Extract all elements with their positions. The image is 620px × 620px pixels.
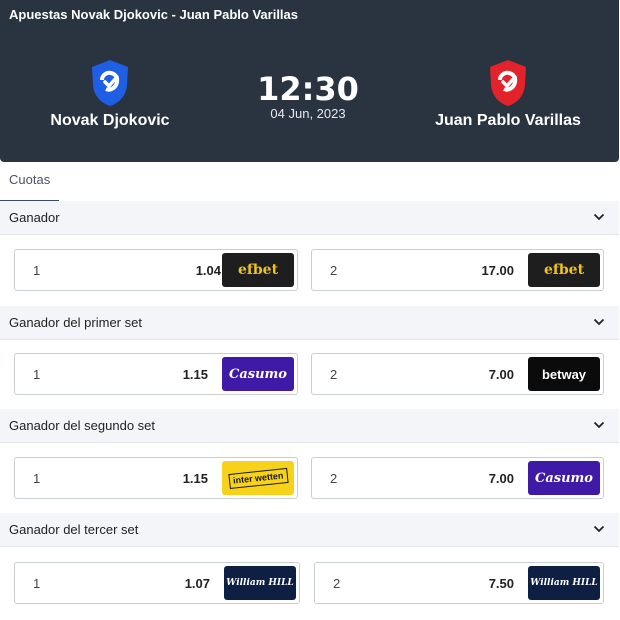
odd-selection: 2 [330,471,338,486]
chevron-down-icon[interactable] [593,316,605,328]
odd-selection: 2 [330,367,338,382]
odd-button[interactable]: 1 1.07 William HILL [14,562,300,604]
odd-value: 1.04 [195,263,221,278]
odd-selection: 2 [330,263,338,278]
odd-value: 1.15 [182,471,208,486]
market-header-segundo-set[interactable]: Ganador del segundo set [0,409,619,443]
odd-button[interactable]: 1 1.04 efbet [14,249,298,291]
shield-check-icon [490,60,526,106]
casumo-logo[interactable]: Casumo [222,357,294,391]
chevron-down-icon[interactable] [593,523,605,535]
odd-value: 17.00 [481,263,514,278]
efbet-logo[interactable]: efbet [528,253,600,287]
home-team-name: Novak Djokovic [50,112,170,129]
market-header-primer-set[interactable]: Ganador del primer set [0,306,619,340]
williamhill-logo[interactable]: William HILL [528,566,600,600]
odd-selection: 1 [33,471,41,486]
odd-button[interactable]: 2 7.00 Casumo [311,457,604,499]
shield-check-icon [92,60,128,106]
odd-button[interactable]: 1 1.15 Casumo [14,353,298,395]
odd-button[interactable]: 2 7.50 William HILL [314,562,604,604]
market-title: Ganador del tercer set [9,522,139,537]
page-title: Apuestas Novak Djokovic - Juan Pablo Var… [9,7,298,22]
tab-bar: Cuotas [0,162,619,202]
odd-value: 7.50 [488,576,514,591]
odd-selection: 2 [333,576,341,591]
williamhill-logo[interactable]: William HILL [224,566,296,600]
market-header-tercer-set[interactable]: Ganador del tercer set [0,513,619,547]
odd-value: 1.15 [182,367,208,382]
away-team-name: Juan Pablo Varillas [435,112,581,129]
odd-selection: 1 [33,576,41,591]
market-title: Ganador del primer set [9,315,142,330]
market-title: Ganador [9,210,60,225]
interwetten-logo[interactable]: inter wetten [222,461,294,495]
odd-button[interactable]: 1 1.15 inter wetten [14,457,298,499]
tab-cuotas[interactable]: Cuotas [0,162,60,202]
betway-logo[interactable]: betway [528,357,600,391]
market-header-ganador[interactable]: Ganador [0,201,619,235]
odd-value: 7.00 [488,471,514,486]
odd-selection: 1 [33,367,41,382]
odd-value: 1.07 [184,576,210,591]
away-team[interactable]: Juan Pablo Varillas [418,58,598,130]
home-team[interactable]: Novak Djokovic [20,58,200,130]
match-time: 12:30 [257,70,359,108]
efbet-logo[interactable]: efbet [222,253,294,287]
match-time-block: 12:30 04 Jun, 2023 [230,70,386,121]
chevron-down-icon[interactable] [593,419,605,431]
match-date: 04 Jun, 2023 [270,106,346,121]
odd-button[interactable]: 2 7.00 betway [311,353,604,395]
odd-selection: 1 [33,263,41,278]
odd-value: 7.00 [488,367,514,382]
match-header: Apuestas Novak Djokovic - Juan Pablo Var… [0,0,619,162]
market-title: Ganador del segundo set [9,418,155,433]
chevron-down-icon[interactable] [593,211,605,223]
odd-button[interactable]: 2 17.00 efbet [311,249,604,291]
casumo-logo[interactable]: Casumo [528,461,600,495]
